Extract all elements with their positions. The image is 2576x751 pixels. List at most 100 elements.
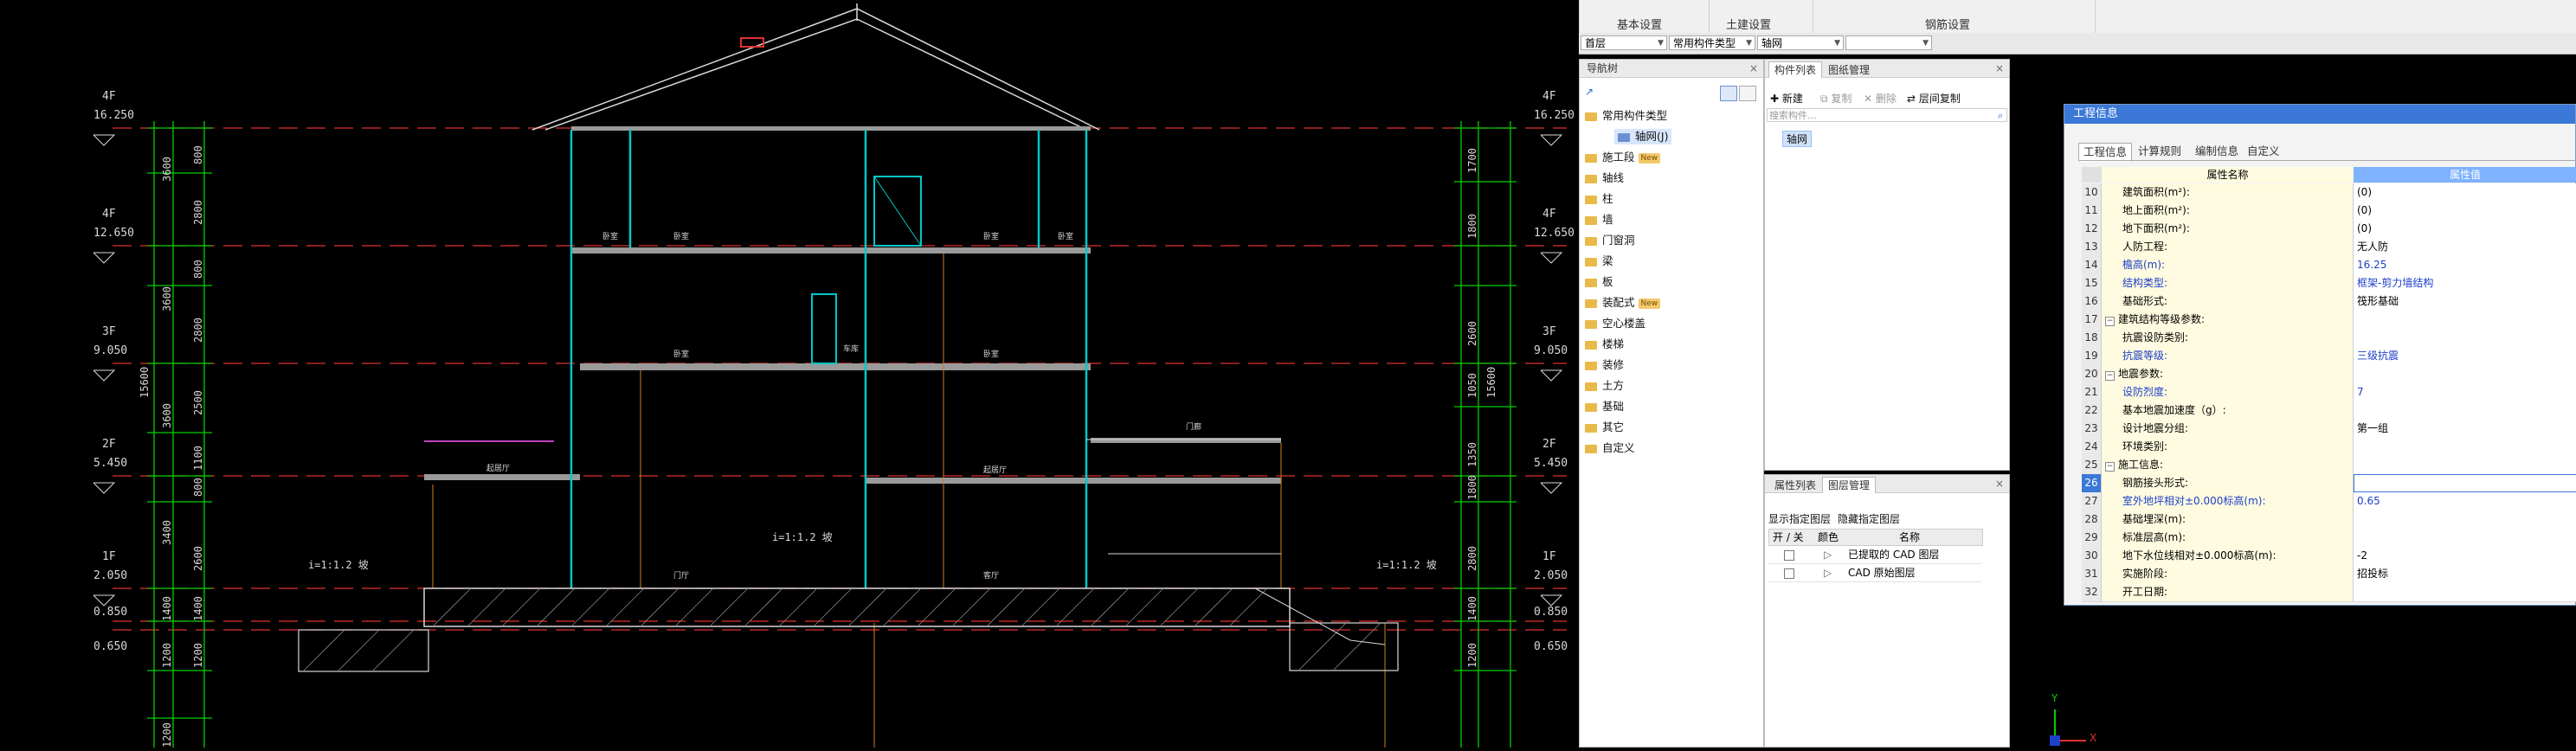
nav-tree-item[interactable]: 土方: [1585, 378, 1624, 394]
property-row[interactable]: 22 基本地震加速度（g）:: [2082, 401, 2576, 420]
tab-compile-info[interactable]: 编制信息: [2191, 143, 2243, 160]
property-value[interactable]: 筏形基础: [2354, 292, 2576, 311]
expand-icon[interactable]: ▷: [1824, 564, 1832, 581]
property-value[interactable]: [2354, 529, 2576, 547]
property-value[interactable]: (0): [2354, 202, 2576, 220]
nav-tree-item[interactable]: 装配式 New: [1585, 295, 1661, 311]
component-type-select[interactable]: 常用构件类型 ▼: [1669, 35, 1755, 50]
property-row[interactable]: 26 钢筋接头形式:: [2082, 474, 2576, 493]
property-row[interactable]: 14 檐高(m): 16.25: [2082, 256, 2576, 275]
property-value[interactable]: [2354, 329, 2576, 347]
property-value[interactable]: -2: [2354, 547, 2576, 565]
nav-tree-item[interactable]: 其它: [1585, 420, 1624, 435]
tab-calc-rules[interactable]: 计算规则: [2134, 143, 2186, 160]
property-row[interactable]: 30 地下水位线相对±0.000标高(m): -2: [2082, 547, 2576, 566]
property-value[interactable]: [2354, 365, 2576, 383]
property-row[interactable]: 18 抗震设防类别:: [2082, 329, 2576, 348]
ribbon-tab-civil[interactable]: 土建设置: [1726, 16, 1771, 32]
nav-tree-item[interactable]: 常用构件类型: [1585, 108, 1667, 124]
hide-layer-button[interactable]: 隐藏指定图层: [1838, 511, 1900, 526]
property-value[interactable]: (0): [2354, 183, 2576, 202]
delete-button[interactable]: ✕ 删除: [1864, 91, 1897, 106]
property-row[interactable]: 10 建筑面积(m²): (0): [2082, 183, 2576, 202]
property-value[interactable]: [2354, 401, 2576, 420]
close-icon[interactable]: ×: [1995, 475, 2004, 492]
property-row[interactable]: 28 基础埋深(m):: [2082, 510, 2576, 530]
component-item[interactable]: 轴网: [1782, 131, 1813, 147]
property-value[interactable]: 三级抗震: [2354, 347, 2576, 365]
collapse-icon[interactable]: −: [2105, 371, 2115, 381]
nav-tree-item[interactable]: 轴网(J): [1614, 129, 1672, 144]
layer-row[interactable]: ▷ 已提取的 CAD 图层: [1768, 546, 1981, 564]
nav-tree-item[interactable]: 轴线: [1585, 170, 1624, 186]
property-row[interactable]: 13 人防工程: 无人防: [2082, 238, 2576, 257]
layer-checkbox[interactable]: [1784, 550, 1794, 561]
layer-row[interactable]: ▷ CAD 原始图层: [1768, 564, 1981, 582]
tab-custom[interactable]: 自定义: [2243, 143, 2284, 160]
expand-icon[interactable]: ▷: [1824, 546, 1832, 563]
property-value[interactable]: 7: [2354, 383, 2576, 401]
property-value[interactable]: [2354, 583, 2576, 601]
property-row[interactable]: 12 地下面积(m²): (0): [2082, 220, 2576, 239]
property-row[interactable]: 19 抗震等级: 三级抗震: [2082, 347, 2576, 366]
property-value[interactable]: [2354, 510, 2576, 529]
floor-select[interactable]: 首层 ▼: [1581, 35, 1667, 50]
pin-icon[interactable]: ↗: [1585, 86, 1594, 98]
property-row[interactable]: 31 实施阶段: 招投标: [2082, 565, 2576, 584]
nav-tree-item[interactable]: 梁: [1585, 254, 1613, 269]
ribbon-tab-rebar[interactable]: 钢筋设置: [1925, 16, 1970, 32]
nav-tree-item[interactable]: 施工段 New: [1585, 150, 1661, 165]
property-row[interactable]: 17− 建筑结构等级参数:: [2082, 311, 2576, 330]
property-row[interactable]: 20− 地震参数:: [2082, 365, 2576, 384]
collapse-icon[interactable]: −: [2105, 462, 2115, 472]
layer-checkbox[interactable]: [1784, 568, 1794, 579]
tab-layer-management[interactable]: 图层管理: [1822, 477, 1877, 493]
property-row[interactable]: 27 室外地坪相对±0.000标高(m): 0.65: [2082, 492, 2576, 511]
property-value[interactable]: 无人防: [2354, 238, 2576, 256]
property-row[interactable]: 25− 施工信息:: [2082, 456, 2576, 475]
property-value[interactable]: [2354, 311, 2576, 329]
property-value[interactable]: 招投标: [2354, 565, 2576, 583]
nav-tree-item[interactable]: 墙: [1585, 212, 1613, 228]
property-row[interactable]: 32 开工日期:: [2082, 583, 2576, 602]
property-row[interactable]: 21 设防烈度: 7: [2082, 383, 2576, 402]
ribbon-tab-basic[interactable]: 基本设置: [1617, 16, 1662, 32]
property-value[interactable]: [2354, 456, 2576, 474]
tab-project-info[interactable]: 工程信息: [2078, 143, 2133, 162]
property-row[interactable]: 29 标准层高(m):: [2082, 529, 2576, 548]
nav-tree-item[interactable]: 柱: [1585, 191, 1613, 207]
extra-select[interactable]: ▼: [1845, 35, 1932, 50]
property-row[interactable]: 15 结构类型: 框架-剪力墙结构: [2082, 274, 2576, 293]
close-icon[interactable]: ×: [1749, 60, 1758, 77]
property-value[interactable]: [2354, 438, 2576, 456]
nav-tree-item[interactable]: 门窗洞: [1585, 233, 1635, 248]
copy-between-floors-button[interactable]: ⇄ 层间复制: [1907, 91, 1961, 106]
component-select[interactable]: 轴网 ▼: [1757, 35, 1844, 50]
tab-property-list[interactable]: 属性列表: [1768, 477, 1822, 494]
property-row[interactable]: 16 基础形式: 筏形基础: [2082, 292, 2576, 311]
nav-tree-item[interactable]: 基础: [1585, 399, 1624, 414]
nav-tree-item[interactable]: 板: [1585, 274, 1613, 290]
nav-tree-item[interactable]: 空心楼盖: [1585, 316, 1645, 331]
collapse-icon[interactable]: −: [2105, 317, 2115, 326]
property-value[interactable]: (0): [2354, 220, 2576, 238]
close-icon[interactable]: ×: [1995, 60, 2004, 77]
property-value[interactable]: 0.65: [2354, 492, 2576, 510]
property-value[interactable]: 框架-剪力墙结构: [2354, 274, 2576, 292]
nav-tree-item[interactable]: 楼梯: [1585, 337, 1624, 352]
nav-tree-item[interactable]: 装修: [1585, 357, 1624, 373]
property-row[interactable]: 24 环境类别:: [2082, 438, 2576, 457]
property-value[interactable]: [2354, 474, 2576, 492]
list-view-icon[interactable]: [1720, 86, 1737, 101]
property-value[interactable]: 16.25: [2354, 256, 2576, 274]
tab-component-list[interactable]: 构件列表: [1768, 61, 1823, 78]
component-search-input[interactable]: 搜索构件... ⌕: [1767, 108, 2007, 122]
show-layer-button[interactable]: 显示指定图层: [1768, 511, 1831, 526]
property-row[interactable]: 11 地上面积(m²): (0): [2082, 202, 2576, 221]
nav-tree-item[interactable]: 自定义: [1585, 440, 1635, 456]
search-icon[interactable]: ⌕: [1998, 109, 2003, 123]
new-button[interactable]: ✚ 新建: [1770, 91, 1803, 106]
copy-button[interactable]: ⧉ 复制: [1820, 91, 1852, 106]
tab-drawing-management[interactable]: 图纸管理: [1822, 61, 1876, 79]
property-row[interactable]: 23 设计地震分组: 第一组: [2082, 420, 2576, 439]
